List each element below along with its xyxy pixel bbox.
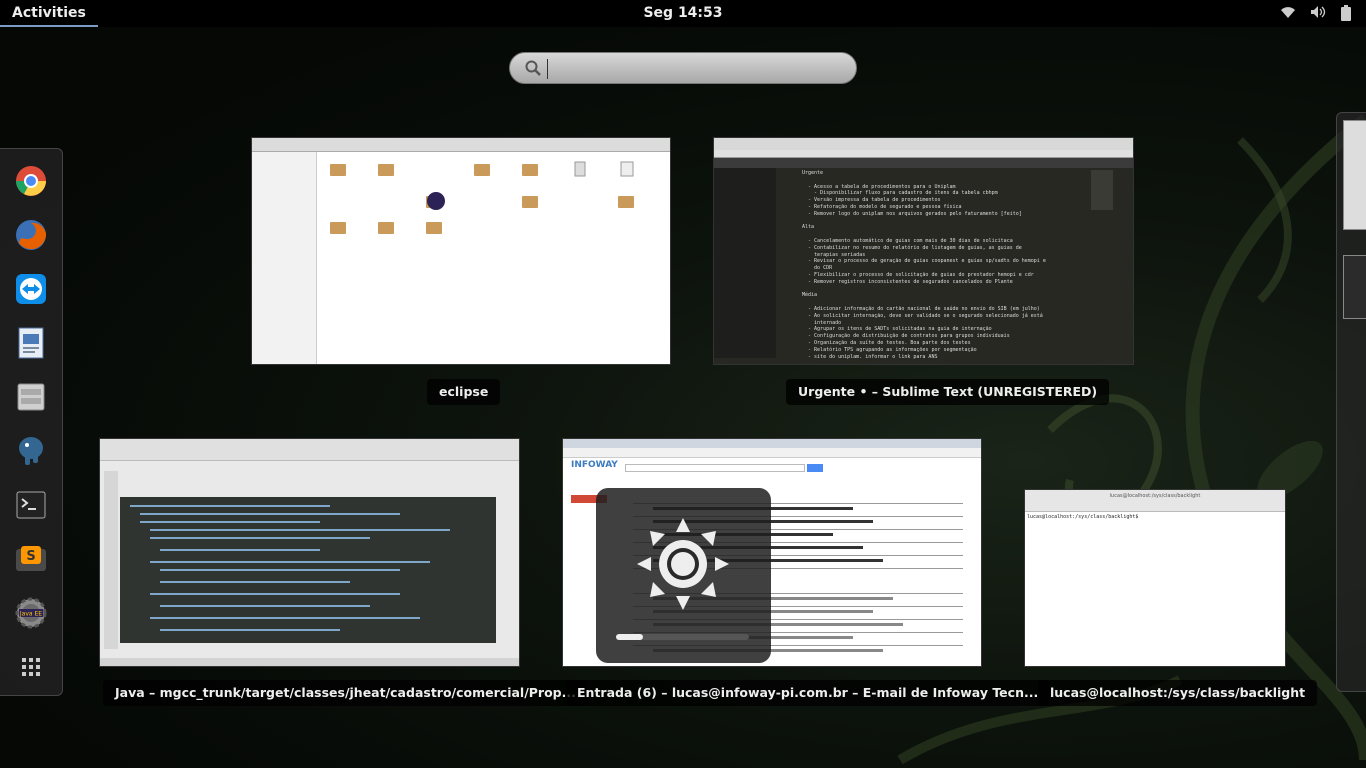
svg-text:Java EE: Java EE (19, 611, 42, 618)
window-thumbnail-terminal[interactable]: lucas@localhost:/sys/class/backlight luc… (1024, 489, 1286, 667)
editor-left-pane (714, 168, 776, 358)
search-icon (525, 60, 541, 80)
window-left-strip (104, 471, 118, 649)
search-entry[interactable] (509, 52, 857, 84)
brightness-level-bar (616, 634, 749, 640)
firefox-icon[interactable] (13, 217, 49, 253)
window-title-eclipse[interactable]: eclipse (427, 379, 501, 405)
system-status-area[interactable] (1280, 5, 1352, 21)
editor-tabs (714, 158, 1133, 168)
battery-icon[interactable] (1340, 5, 1352, 21)
brightness-osd (596, 488, 771, 663)
chrome-icon[interactable] (13, 163, 49, 199)
mail-search-button (807, 464, 823, 472)
window-title-sublime-text[interactable]: Urgente • – Sublime Text (UNREGISTERED) (786, 379, 1110, 405)
volume-icon[interactable] (1310, 5, 1326, 21)
workspace-thumbnail-1[interactable] (1343, 120, 1366, 230)
window-title-mail[interactable]: Entrada (6) – lucas@infoway-pi.com.br – … (565, 680, 1051, 706)
mail-search-field (625, 464, 805, 472)
browser-tabs (563, 439, 981, 448)
folder-grid (330, 161, 634, 234)
eclipse-ee-icon[interactable]: Java EE (13, 595, 49, 631)
terminal-titlebar: lucas@localhost:/sys/class/backlight (1025, 490, 1285, 512)
wifi-icon[interactable] (1280, 5, 1296, 21)
svg-text:S: S (26, 549, 35, 564)
sublime-text-icon[interactable]: S (13, 541, 49, 577)
show-applications-icon[interactable] (13, 649, 49, 685)
files-icon[interactable] (13, 379, 49, 415)
minimap (1091, 170, 1113, 210)
window-toolbar (252, 138, 670, 152)
window-title-terminal[interactable]: lucas@localhost:/sys/class/backlight (1038, 680, 1318, 706)
xml-editor-code-lines (130, 505, 450, 631)
document-viewer-icon[interactable] (13, 325, 49, 361)
brightness-icon (637, 518, 729, 610)
window-thumbnail-sublime-text[interactable]: Urgente - Acesso a tabela de procediment… (713, 137, 1134, 365)
window-titlebar (714, 138, 1133, 150)
workspace-thumbnail-2[interactable] (1343, 255, 1366, 319)
postgresql-icon[interactable] (13, 433, 49, 469)
window-thumbnail-eclipse[interactable] (251, 137, 671, 365)
search-input[interactable] (547, 59, 837, 79)
terminal-prompt: lucas@localhost:/sys/class/backlight$ (1027, 514, 1142, 520)
infoway-logo: INFOWAY (571, 460, 618, 470)
window-thumbnail-eclipse-java[interactable] (99, 438, 520, 667)
window-title-eclipse-java[interactable]: Java – mgcc_trunk/target/classes/jheat/c… (103, 680, 588, 706)
dash: S Java EE (0, 148, 63, 696)
brightness-level-fill (616, 634, 643, 640)
editor-text: Urgente - Acesso a tabela de procediment… (802, 170, 1046, 360)
window-toolbar (100, 439, 519, 461)
teamviewer-icon[interactable] (13, 271, 49, 307)
window-menubar (714, 150, 1133, 158)
xml-editor (120, 497, 496, 643)
top-bar: Activities Seg 14:53 (0, 0, 1366, 27)
workspace-switcher (1336, 112, 1366, 692)
window-sidebar (252, 152, 317, 364)
terminal-icon[interactable] (13, 487, 49, 523)
window-statusbar (100, 658, 519, 666)
browser-address-bar (563, 448, 981, 458)
clock[interactable]: Seg 14:53 (0, 5, 1366, 21)
